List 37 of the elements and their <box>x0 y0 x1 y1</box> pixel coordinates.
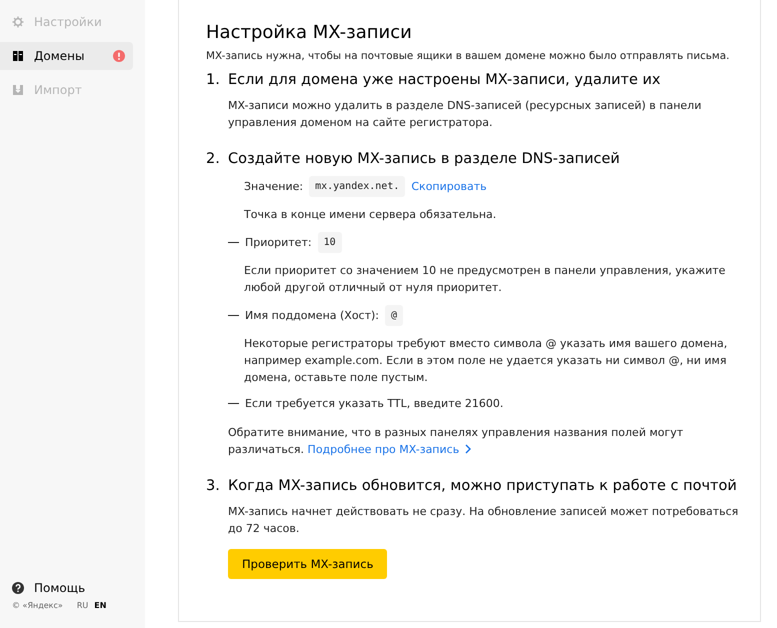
check-button[interactable]: Проверить MX-запись <box>228 549 388 579</box>
language-link[interactable]: RU <box>76 601 88 610</box>
field-label: Значение: <box>244 179 304 195</box>
step-number: 1. <box>206 72 220 88</box>
note-text: Если приоритет со значением 10 не предусмотрен в панели управления, укажите любой другой отличный от нуля приоритет. <box>243 263 726 296</box>
value-code: 10 <box>318 232 342 253</box>
chevron-icon <box>464 444 471 454</box>
note-text: Точка в конце имени сервера обязательна. <box>243 207 498 223</box>
copy-link[interactable]: Скопировать <box>411 178 487 195</box>
language-link[interactable]: EN <box>94 601 106 610</box>
step-text: MX-записи можно удалить в разделе DNS-записей (ресурсных записей) в панели управления доменом на сайте регистратора. <box>228 98 702 131</box>
copyright-text: © «Яндекс» <box>12 601 63 610</box>
subtitle-text: MX-запись нужна, чтобы на почтовые ящики в вашем домене можно было отправлять письма. <box>206 49 730 64</box>
ttl-text: Если требуется указать TTL, введите 21600. <box>245 396 504 412</box>
sidebar-item[interactable]: Домены <box>0 42 133 70</box>
step-title: Если для домена уже настроены MX-записи, удалите их <box>228 72 661 88</box>
import-icon <box>12 84 24 96</box>
gear-icon <box>12 16 24 28</box>
dash-mark <box>228 242 239 243</box>
dash-mark <box>228 315 239 316</box>
more-link[interactable]: Подробнее про MX-запись <box>308 443 471 456</box>
help-link[interactable]: Помощь <box>0 581 86 595</box>
step-number: 3. <box>206 478 220 494</box>
value-code: @ <box>385 305 404 326</box>
field-label: Приоритет: <box>245 235 312 251</box>
remark-text: Обратите внимание, что в разных панелях управления названия полей могут различаться. Подробнее про MX-запись <box>228 425 684 458</box>
field-label: Имя поддомена (Хост): <box>245 308 380 324</box>
step-title: Создайте новую MX-запись в разделе DNS-записей <box>228 151 620 167</box>
note-text: Некоторые регистраторы требуют вместо символа @ указать имя вашего домена, например example.com. Если в этом поле не удается указать ни символ @, ни имя домена, оставьте поле пустым. <box>243 336 728 386</box>
dash-mark <box>228 403 239 404</box>
value-code: mx.yandex.net. <box>309 176 406 197</box>
step-text: MX-запись начнет действовать не сразу. На обновление записей может потребоваться до 72 часов. <box>228 504 740 537</box>
step-title: Когда MX-запись обновится, можно приступать к работе с почтой <box>228 478 737 494</box>
book-icon <box>12 50 24 62</box>
page-title: Настройка MX-записи <box>206 22 413 43</box>
help-icon <box>12 582 24 594</box>
step-number: 2. <box>206 151 220 167</box>
